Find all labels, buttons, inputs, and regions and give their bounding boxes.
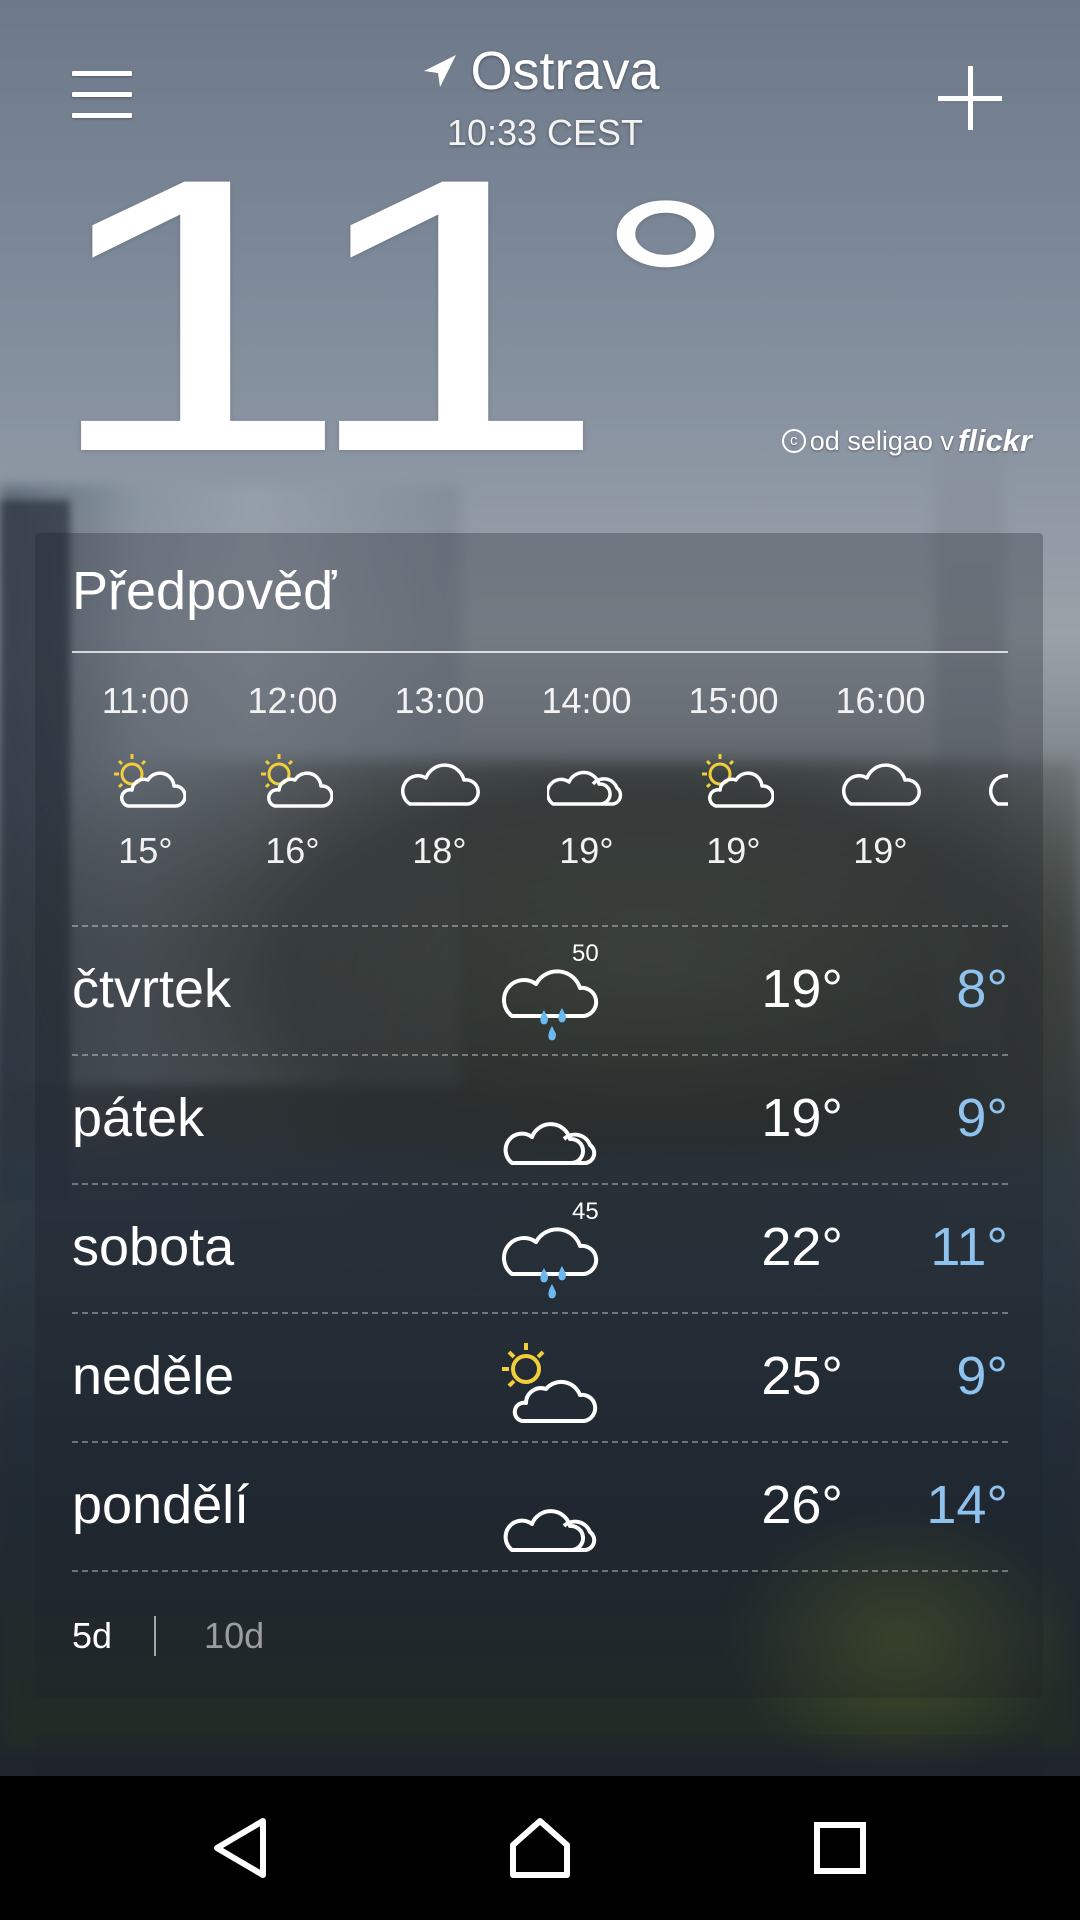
photo-credit-text: od seligao v xyxy=(809,425,954,456)
partly-sunny-icon xyxy=(502,1343,598,1423)
clouds-icon xyxy=(503,1509,597,1552)
high-temp: 26° xyxy=(761,1475,843,1535)
home-button[interactable] xyxy=(460,1776,620,1920)
low-temp: 11° xyxy=(930,1217,1008,1277)
low-temp: 8° xyxy=(956,959,1008,1019)
clouds-icon xyxy=(513,730,660,830)
high-temp: 22° xyxy=(761,1217,843,1277)
high-temp: 19° xyxy=(761,1088,843,1148)
divider xyxy=(72,1312,1008,1314)
next-card xyxy=(35,1735,1043,1775)
high-temp: 19° xyxy=(761,959,843,1019)
hour-item: 14:00 19° xyxy=(513,680,660,872)
back-button[interactable] xyxy=(160,1776,320,1920)
forecast-title: Předpověď xyxy=(72,561,337,621)
clouds-icon xyxy=(503,1122,597,1165)
photo-credit[interactable]: c od seligao v flickr xyxy=(781,423,1032,459)
hour-item: 16:00 19° xyxy=(807,680,954,872)
day-name: čtvrtek xyxy=(72,959,232,1019)
hour-item: 11:00 15° xyxy=(72,680,219,872)
navigation-bar xyxy=(0,1776,1080,1920)
daily-row[interactable]: pátek 19° 9° xyxy=(72,1057,1008,1185)
partly-sunny-icon xyxy=(72,730,219,830)
daily-row[interactable]: pondělí 26° 14° xyxy=(72,1444,1008,1572)
low-temp: 9° xyxy=(956,1088,1008,1148)
toggle-separator xyxy=(154,1616,157,1656)
day-name: pátek xyxy=(72,1088,205,1148)
degree-symbol: ° xyxy=(596,151,735,419)
copyright-icon: c xyxy=(781,429,806,453)
high-temp: 25° xyxy=(761,1346,843,1406)
daily-row[interactable]: neděle 25° 9° xyxy=(72,1315,1008,1443)
cloud-icon xyxy=(807,730,954,830)
recents-button[interactable] xyxy=(760,1776,920,1920)
five-day-button[interactable]: 5d xyxy=(72,1615,112,1657)
home-icon xyxy=(510,1818,570,1878)
recents-icon xyxy=(814,1822,866,1874)
divider xyxy=(72,1570,1008,1572)
daily-row[interactable]: čtvrtek 50 19° 8° xyxy=(72,928,1008,1056)
precip-chance: 50 xyxy=(572,940,599,967)
back-icon xyxy=(214,1818,266,1878)
partly-sunny-icon xyxy=(219,730,366,830)
day-name: sobota xyxy=(72,1217,235,1277)
hourly-forecast[interactable]: 11:00 15° 12:00 16° 13:00 18° 14:00 19° … xyxy=(72,680,1008,910)
cloud-icon xyxy=(366,730,513,830)
divider xyxy=(72,651,1008,653)
divider xyxy=(72,1183,1008,1185)
precip-chance: 45 xyxy=(572,1198,599,1225)
divider xyxy=(72,925,1008,927)
add-location-button[interactable] xyxy=(930,60,1010,140)
location-header: Ostrava xyxy=(0,40,1080,102)
ten-day-button[interactable]: 10d xyxy=(204,1615,264,1657)
hour-item: 15:00 19° xyxy=(660,680,807,872)
hour-item: 12:00 16° xyxy=(219,680,366,872)
forecast-range-toggle: 5d 10d xyxy=(72,1615,264,1657)
day-name: neděle xyxy=(72,1346,235,1406)
cloud-icon xyxy=(954,730,1008,830)
divider xyxy=(72,1054,1008,1056)
low-temp: 9° xyxy=(956,1346,1008,1406)
daily-row[interactable]: sobota 45 22° 11° xyxy=(72,1186,1008,1314)
hour-item: 17 1 xyxy=(954,680,1008,872)
current-temperature: 11° xyxy=(38,97,735,533)
location-arrow-icon xyxy=(424,55,457,87)
low-temp: 14° xyxy=(926,1475,1008,1535)
partly-sunny-icon xyxy=(660,730,807,830)
city-name[interactable]: Ostrava xyxy=(470,40,659,102)
day-name: pondělí xyxy=(72,1475,250,1535)
flickr-logo: flickr xyxy=(957,423,1032,458)
hour-item: 13:00 18° xyxy=(366,680,513,872)
divider xyxy=(72,1441,1008,1443)
